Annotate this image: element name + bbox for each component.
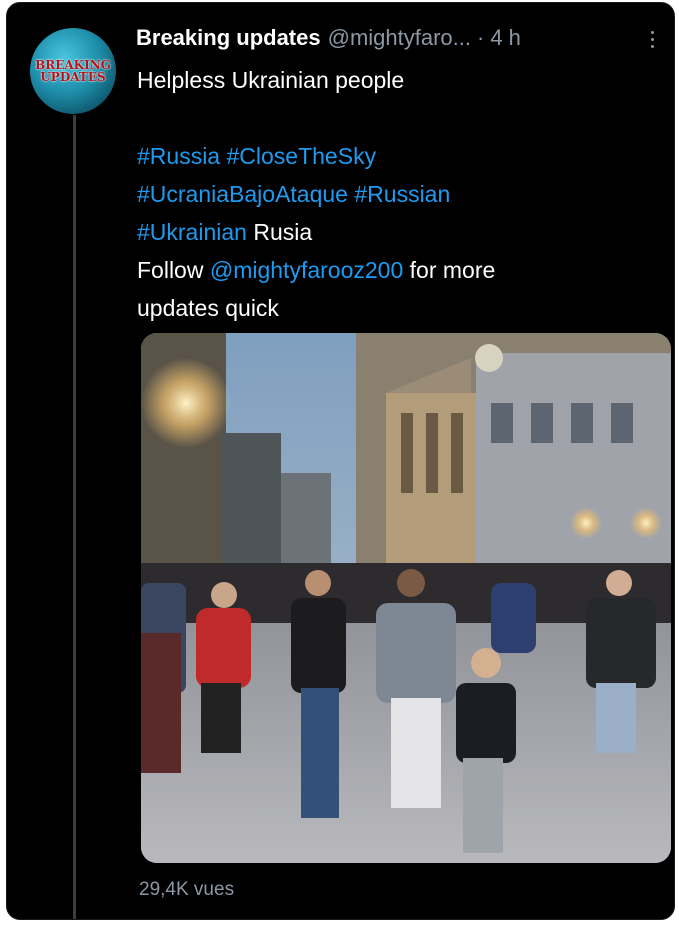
tweet-header: Breaking updates @mightyfaro... · 4 h xyxy=(136,21,666,55)
tweet-card[interactable]: BREAKING UPDATES Breaking updates @might… xyxy=(6,2,675,920)
tweet-video[interactable] xyxy=(141,333,671,863)
tweet-text-fragment: for more xyxy=(403,257,496,283)
separator-dot: · xyxy=(477,25,485,50)
thread-line xyxy=(73,115,76,919)
tweet-text: Helpless Ukrainian people #Russia #Close… xyxy=(137,61,657,327)
video-frame-image xyxy=(141,333,671,863)
hashtag-link[interactable]: #Russia xyxy=(137,143,220,169)
hashtag-link[interactable]: #CloseTheSky xyxy=(227,143,377,169)
more-options-icon[interactable] xyxy=(645,25,659,53)
hashtag-link[interactable]: #Ukrainian xyxy=(137,219,247,245)
hashtag-link[interactable]: #UcraniaBajoAtaque xyxy=(137,181,348,207)
hashtag-link[interactable]: #Russian xyxy=(354,181,450,207)
avatar[interactable]: BREAKING UPDATES xyxy=(30,28,116,114)
tweet-text-line: Helpless Ukrainian people xyxy=(137,67,405,93)
tweet-text-line: updates quick xyxy=(137,295,279,321)
tweet-timestamp[interactable]: 4 h xyxy=(490,25,521,51)
user-handle[interactable]: @mightyfaro... xyxy=(328,25,471,51)
tweet-text-fragment: Follow xyxy=(137,257,210,283)
view-count: 29,4K vues xyxy=(139,879,235,900)
avatar-logo-text: BREAKING UPDATES xyxy=(35,58,111,84)
mention-link[interactable]: @mightyfarooz200 xyxy=(210,257,403,283)
tweet-text-fragment: Rusia xyxy=(246,219,313,245)
display-name[interactable]: Breaking updates xyxy=(136,25,321,51)
